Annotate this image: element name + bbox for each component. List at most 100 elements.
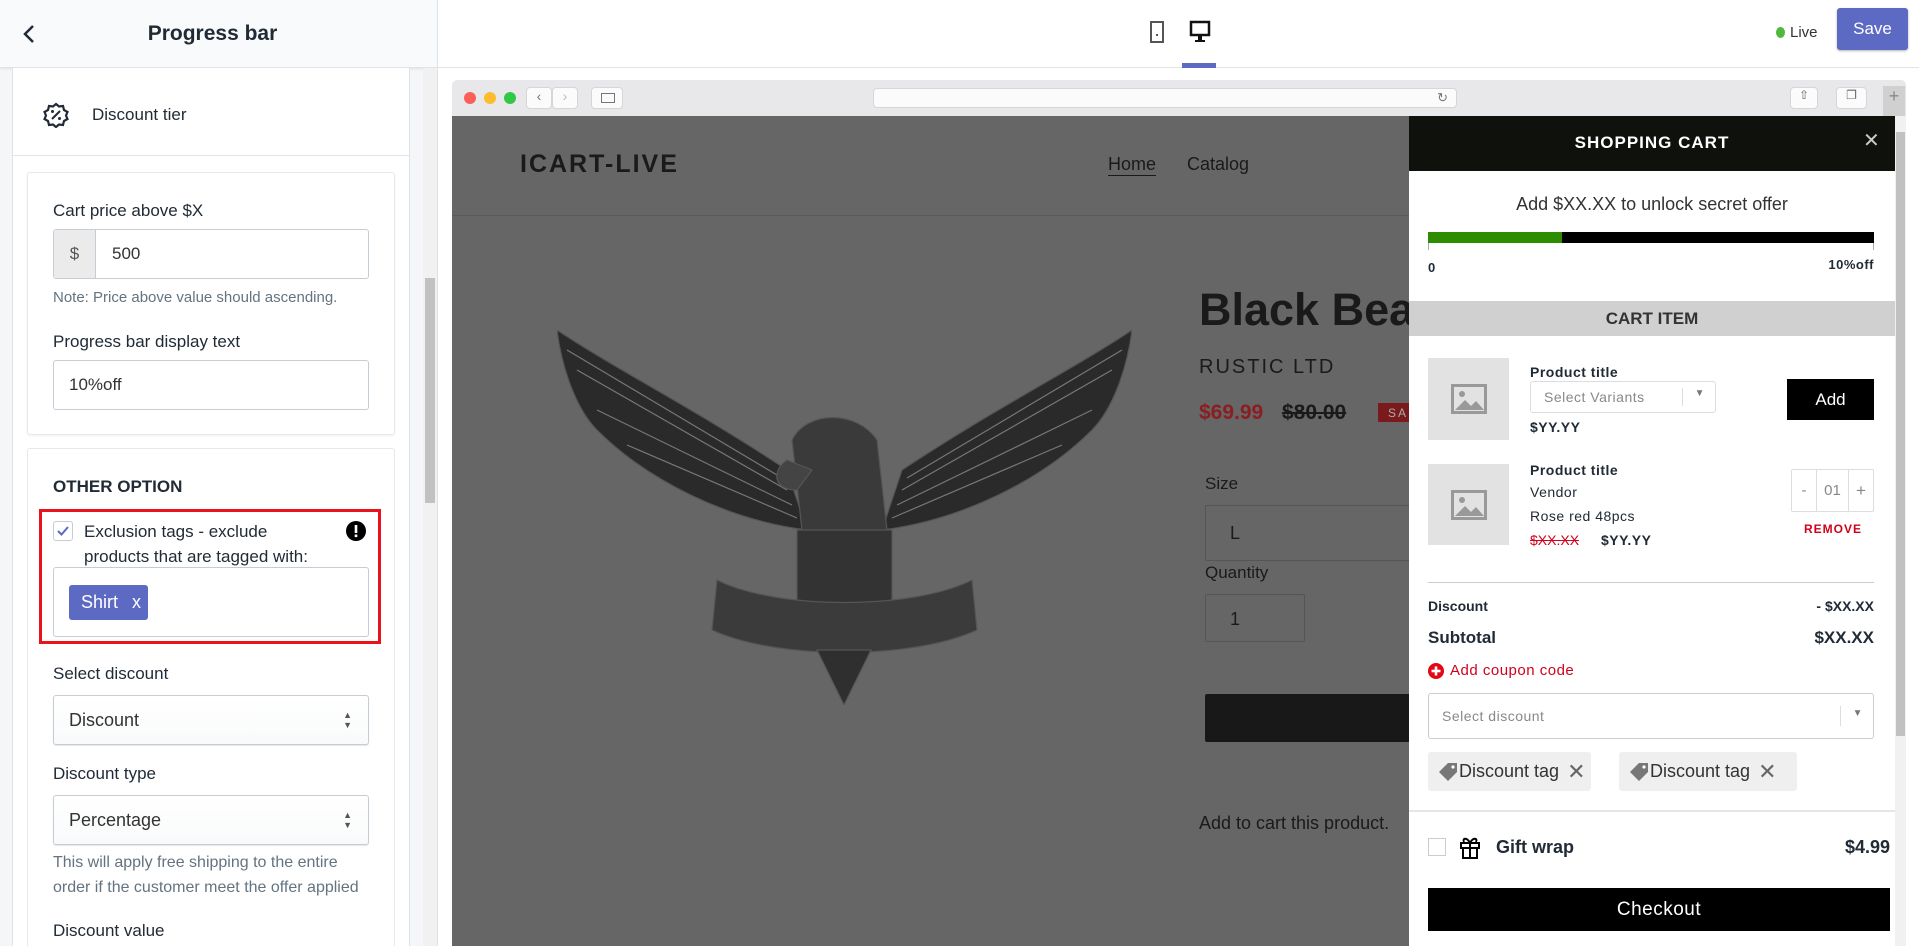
share-icon: ⇧ [1790, 87, 1818, 109]
discount-value: - $XX.XX [1816, 598, 1874, 614]
discount-type-dropdown[interactable]: Percentage ▲ ▼ [53, 795, 369, 845]
desktop-view-icon[interactable] [1189, 20, 1211, 44]
display-text-input[interactable]: 10%off [53, 360, 369, 410]
discount-label: Discount [1428, 598, 1488, 614]
gift-icon [1460, 837, 1480, 859]
discount-badge-icon [43, 102, 69, 128]
cart-price-label: Cart price above $X [53, 201, 204, 220]
cart-item-heading: CART ITEM [1409, 301, 1895, 336]
discount-type-label: Discount type [53, 764, 156, 783]
select-arrows-icon: ▲ ▼ [343, 810, 352, 830]
preview-toolbar: Live Save [438, 0, 1919, 68]
add-coupon-link[interactable]: Add coupon code [1428, 662, 1574, 679]
remove-button[interactable]: REMOVE [1804, 522, 1862, 536]
exclusion-label: Exclusion tags - exclude products that ar… [84, 519, 308, 569]
exclusion-tags-input[interactable]: Shirt x [53, 567, 369, 637]
live-status-dot [1776, 27, 1785, 38]
add-upsell-button[interactable]: Add [1787, 379, 1874, 420]
help-line: This will apply free shipping to the ent… [53, 854, 338, 871]
section-title: Discount tier [92, 105, 187, 124]
item-price: $YY.YY [1601, 532, 1652, 548]
variant-select[interactable]: Select Variants ▼ [1530, 381, 1716, 413]
progress-message: Add $XX.XX to unlock secret offer [1516, 194, 1788, 214]
subtotal-value: $XX.XX [1814, 628, 1874, 647]
new-tab-icon: + [1883, 86, 1905, 116]
subtotal-label: Subtotal [1428, 628, 1496, 647]
panel-scrollbar[interactable] [423, 68, 437, 946]
cart-price-note: Note: Price above value should ascending… [53, 289, 338, 306]
footer-divider [1409, 810, 1895, 812]
nav-catalog: Catalog [1187, 154, 1250, 174]
cart-price-field[interactable]: $ 500 [53, 229, 369, 279]
tabs-icon: ❐ [1836, 87, 1867, 109]
product-price: $69.99 [1199, 401, 1264, 424]
progress-start-label: 0 [1428, 260, 1436, 275]
item-old-price: $XX.XX [1530, 532, 1580, 548]
chevron-down-icon: ▼ [1852, 708, 1863, 719]
section-discount-tier[interactable]: Discount tier [12, 75, 410, 156]
mobile-view-icon[interactable] [1149, 20, 1165, 44]
selected-value: Percentage [69, 809, 162, 830]
quantity-value[interactable]: 01 [1817, 470, 1849, 511]
header-divider [452, 215, 1409, 216]
exclusion-line: Exclusion tags - exclude [84, 522, 268, 541]
reload-icon: ↻ [1437, 90, 1448, 105]
remove-tag-icon[interactable]: ✕ [1567, 759, 1585, 785]
item-title: Product title [1530, 364, 1619, 380]
remove-tag-icon[interactable]: ✕ [1758, 759, 1776, 785]
product-title: Black Bea [1199, 284, 1409, 335]
select-placeholder: Select discount [1442, 708, 1545, 724]
info-icon[interactable] [346, 521, 366, 541]
maximize-dot-icon [504, 92, 516, 104]
cart-header: SHOPPING CART ✕ [1409, 116, 1895, 171]
cart-scrollbar[interactable] [1895, 116, 1906, 946]
storefront-preview: ICART-LIVE Home Catalog Black Bea RUSTIC… [452, 116, 1409, 946]
divider [1428, 582, 1874, 583]
increase-button[interactable]: + [1849, 470, 1873, 511]
discount-tag: Discount tag ✕ [1619, 752, 1797, 791]
exclusion-checkbox[interactable] [53, 521, 73, 541]
progress-tick [1873, 243, 1874, 250]
browser-back-icon: ‹ [526, 87, 552, 109]
panel-header: Progress bar [0, 0, 437, 68]
quantity-label: Quantity [1205, 563, 1269, 582]
discount-value-label: Discount value [53, 921, 165, 940]
quantity-stepper[interactable]: - 01 + [1791, 469, 1874, 512]
gift-wrap-label: Gift wrap [1496, 837, 1575, 857]
add-to-cart-button [1205, 694, 1409, 742]
select-arrows-icon: ▲ ▼ [343, 710, 352, 730]
cart-title: SHOPPING CART [1574, 133, 1730, 152]
product-vendor: RUSTIC LTD [1199, 356, 1336, 378]
compare-price: $80.00 [1282, 401, 1347, 424]
scrollbar-thumb[interactable] [1896, 132, 1905, 736]
quantity-input: 1 [1205, 594, 1305, 642]
item-variant: Rose red 48pcs [1530, 508, 1636, 524]
gift-wrap-checkbox[interactable] [1428, 838, 1446, 856]
eagle-product-image [557, 330, 1132, 705]
scrollbar-thumb[interactable] [425, 278, 435, 503]
sidebar-toggle-icon [591, 87, 623, 109]
tag-label: Discount tag [1650, 761, 1751, 781]
select-discount-dropdown[interactable]: Select discount ▼ [1428, 693, 1874, 739]
browser-forward-icon: › [552, 87, 578, 109]
product-image-placeholder [1428, 358, 1509, 440]
selected-value: Discount [69, 709, 140, 730]
progress-end-label: 10%off [1828, 257, 1874, 272]
item-title: Product title [1530, 462, 1619, 478]
close-icon[interactable]: ✕ [1863, 128, 1880, 153]
address-bar: ↻ [873, 88, 1457, 108]
image-icon [1450, 489, 1487, 520]
tier-card: Cart price above $X $ 500 Note: Price ab… [27, 172, 395, 435]
help-line: order if the customer meet the offer app… [53, 879, 359, 896]
nav-home: Home [1108, 154, 1157, 176]
close-dot-icon [464, 92, 476, 104]
progress-tick [1428, 243, 1429, 250]
checkout-button[interactable]: Checkout [1428, 888, 1890, 931]
decrease-button[interactable]: - [1792, 470, 1817, 511]
tag-remove-button[interactable]: x [132, 592, 141, 613]
discount-tag: Discount tag ✕ [1428, 752, 1591, 791]
tag-chip: Shirt x [69, 585, 148, 620]
tag-icon [1439, 762, 1457, 781]
select-discount-dropdown[interactable]: Discount ▲ ▼ [53, 695, 369, 745]
save-button[interactable]: Save [1837, 8, 1908, 50]
